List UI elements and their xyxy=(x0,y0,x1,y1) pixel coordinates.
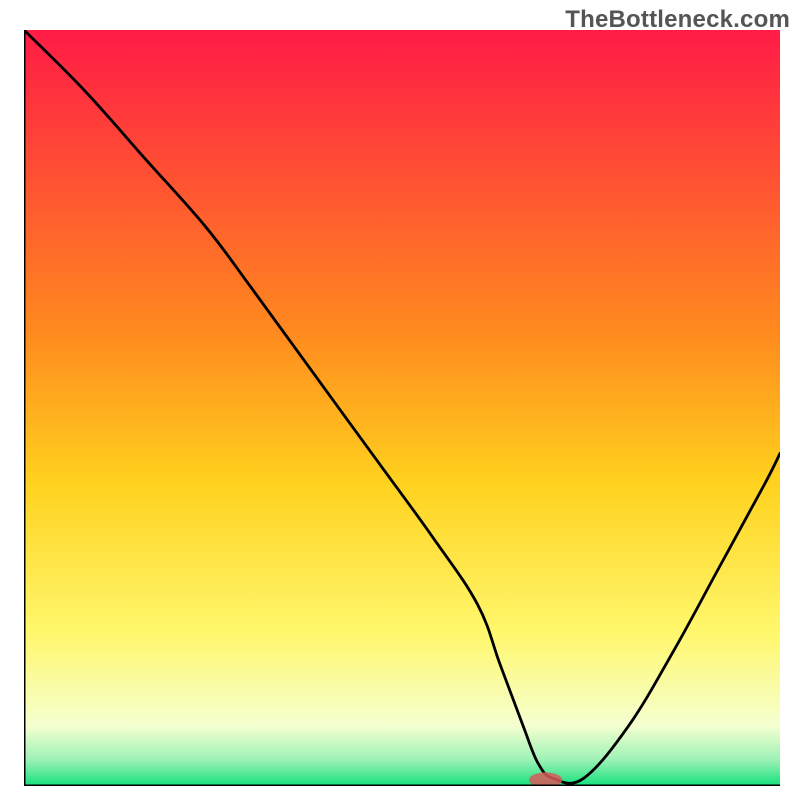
chart-container xyxy=(24,30,780,786)
watermark-text: TheBottleneck.com xyxy=(565,6,790,34)
chart-svg xyxy=(24,30,780,786)
chart-background xyxy=(24,30,780,786)
